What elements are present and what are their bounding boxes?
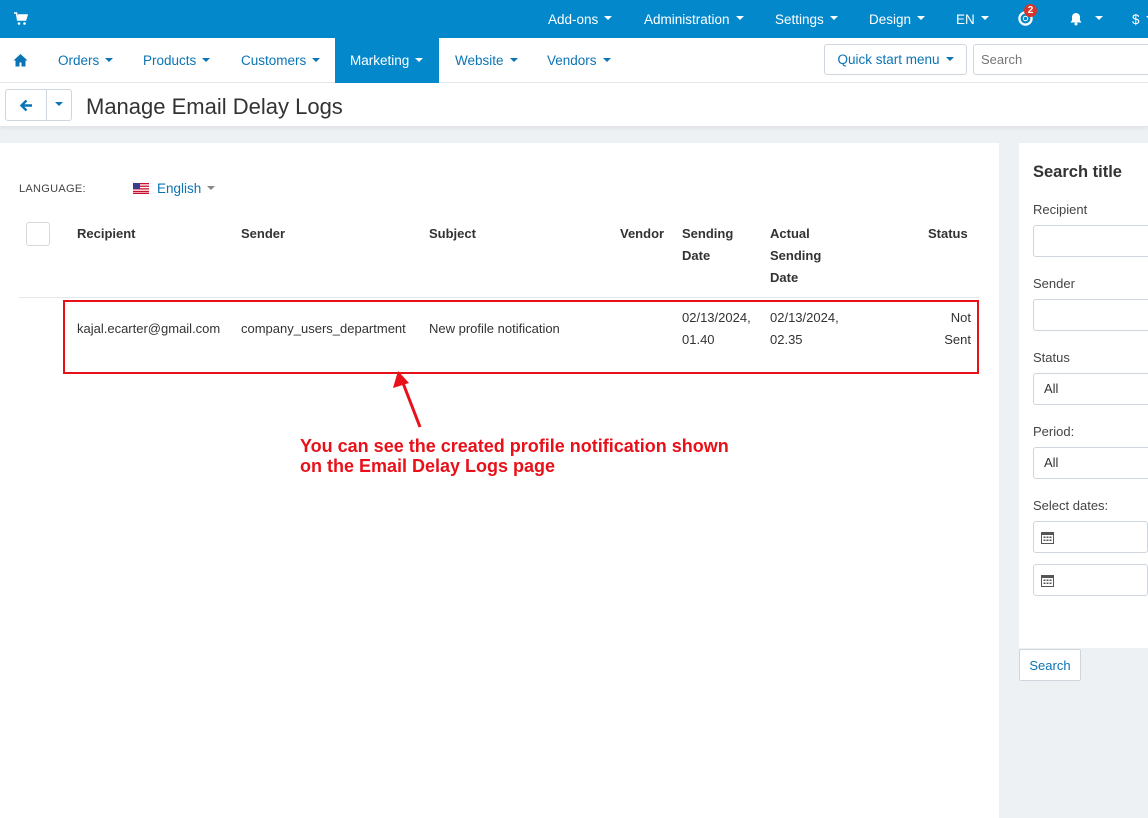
top-nav-administration[interactable]: Administration — [644, 0, 744, 38]
search-panel: Search title Recipient Sender Status All… — [1019, 143, 1148, 648]
sender-label: Sender — [1033, 276, 1075, 291]
chevron-down-icon — [55, 102, 63, 106]
column-header-status[interactable]: Status — [928, 223, 968, 245]
top-bar: Add-ons Administration Settings Design E… — [0, 0, 1148, 38]
us-flag-icon — [133, 183, 149, 194]
chevron-down-icon — [917, 16, 926, 20]
chevron-down-icon — [829, 16, 838, 20]
chevron-down-icon — [202, 57, 211, 62]
cart-icon[interactable] — [14, 12, 28, 26]
home-icon[interactable] — [13, 53, 28, 67]
nav-customers[interactable]: Customers — [241, 38, 321, 83]
page-title: Manage Email Delay Logs — [86, 94, 343, 119]
arrow-left-icon — [20, 99, 32, 112]
chevron-down-icon — [602, 57, 611, 62]
chevron-down-icon — [509, 57, 518, 62]
top-nav-addons[interactable]: Add-ons — [548, 0, 613, 38]
column-header-sender[interactable]: Sender — [241, 223, 285, 245]
annotation-highlight-box — [63, 300, 979, 374]
chevron-down-icon — [105, 57, 114, 62]
column-header-sending-date[interactable]: Sending Date — [682, 223, 733, 267]
nav-products[interactable]: Products — [143, 38, 211, 83]
column-header-subject[interactable]: Subject — [429, 223, 476, 245]
nav-vendors[interactable]: Vendors — [547, 38, 611, 83]
chevron-down-icon — [735, 16, 744, 20]
calendar-icon — [1041, 575, 1054, 587]
language-label: LANGUAGE: — [19, 183, 86, 195]
nav-marketing[interactable]: Marketing — [335, 38, 439, 83]
column-header-actual-sending-date[interactable]: Actual Sending Date — [770, 223, 821, 289]
chevron-down-icon — [415, 57, 424, 62]
status-label: Status — [1033, 350, 1070, 365]
column-header-vendor[interactable]: Vendor — [620, 223, 664, 245]
quick-start-menu-button[interactable]: Quick start menu — [824, 44, 967, 75]
recipient-label: Recipient — [1033, 202, 1088, 217]
select-dates-label: Select dates: — [1033, 498, 1109, 513]
calendar-icon — [1041, 532, 1054, 544]
top-nav-language[interactable]: EN — [956, 0, 989, 38]
back-dropdown-button[interactable] — [46, 89, 72, 121]
chevron-down-icon — [604, 16, 613, 20]
top-nav-settings[interactable]: Settings — [775, 0, 838, 38]
date-from-input[interactable] — [1033, 521, 1148, 553]
chevron-down-icon — [1095, 16, 1103, 20]
nav-orders[interactable]: Orders — [58, 38, 114, 83]
annotation-arrow-icon — [393, 371, 422, 428]
notifications-menu[interactable] — [1069, 0, 1103, 38]
main-nav: Orders Products Customers Marketing Webs… — [0, 38, 1148, 83]
main-content: LANGUAGE: English Recipient Sender Subje… — [0, 143, 999, 818]
select-all-checkbox[interactable] — [26, 222, 50, 246]
language-selector[interactable]: English — [133, 181, 216, 196]
page-header: Manage Email Delay Logs — [0, 83, 1148, 127]
annotation-note: You can see the created profile notifica… — [300, 436, 729, 476]
period-label: Period: — [1033, 424, 1075, 439]
chevron-down-icon — [312, 57, 321, 62]
back-button[interactable] — [5, 89, 47, 121]
nav-website[interactable]: Website — [455, 38, 518, 83]
top-nav-design[interactable]: Design — [869, 0, 926, 38]
chevron-down-icon — [980, 16, 989, 20]
status-select[interactable]: All — [1033, 373, 1148, 405]
column-header-recipient[interactable]: Recipient — [77, 223, 136, 245]
recipient-input[interactable] — [1033, 225, 1148, 257]
header-divider — [19, 297, 979, 298]
chevron-down-icon — [207, 185, 216, 190]
bell-icon — [1070, 13, 1082, 26]
global-search-input[interactable] — [973, 44, 1148, 75]
currency-menu[interactable]: $ — [1132, 0, 1148, 38]
search-panel-title: Search title — [1033, 163, 1122, 181]
search-button[interactable]: Search — [1019, 649, 1081, 681]
help-badge: 2 — [1024, 4, 1037, 17]
chevron-down-icon — [945, 56, 954, 61]
date-to-input[interactable] — [1033, 564, 1148, 596]
sender-input[interactable] — [1033, 299, 1148, 331]
period-select[interactable]: All — [1033, 447, 1148, 479]
